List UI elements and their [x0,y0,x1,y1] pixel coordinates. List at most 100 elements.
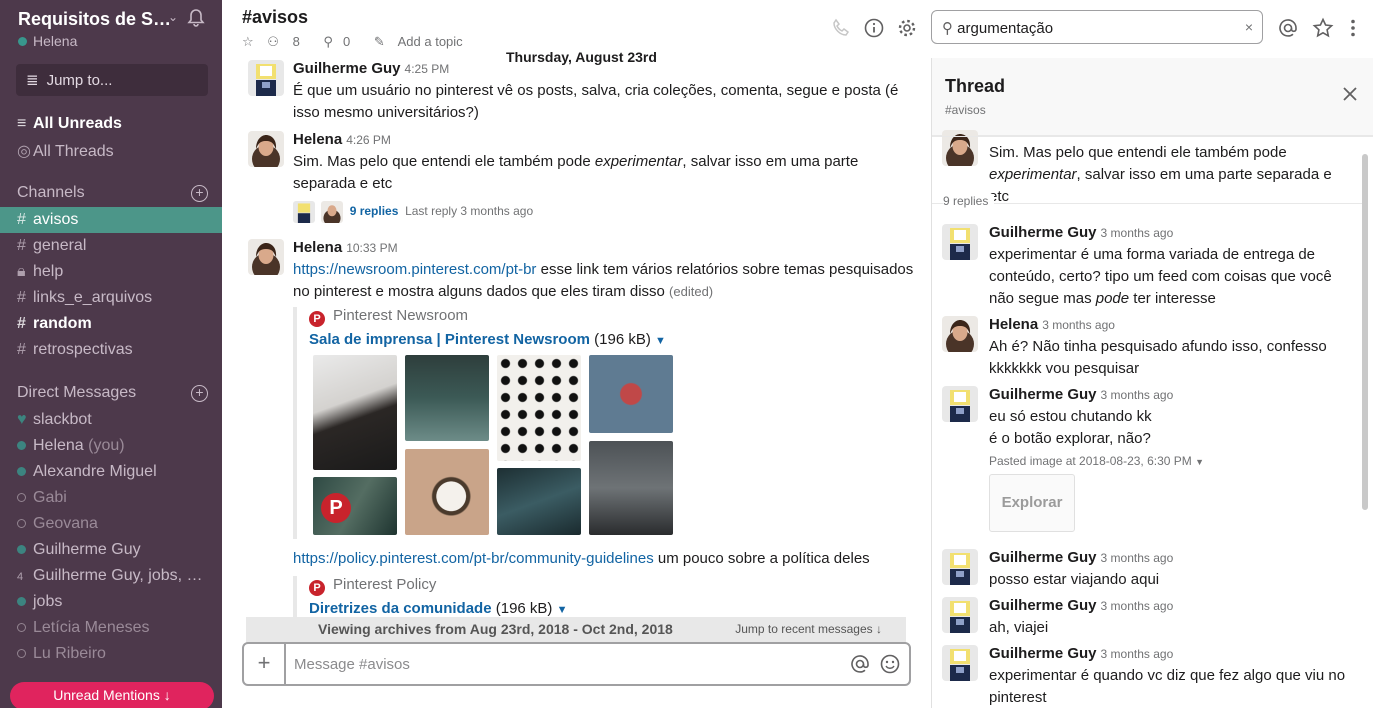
star-icon[interactable]: ☆ [242,34,254,49]
message-time[interactable]: 10:33 PM [346,241,397,255]
preview-service-name: Pinterest Newsroom [333,307,469,324]
sidebar-channel-general[interactable]: # general [0,233,222,259]
message-sender[interactable]: Helena [293,239,342,256]
text-emphasis: pode [1095,290,1130,307]
avatar[interactable] [942,597,978,633]
archive-banner: Viewing archives from Aug 23rd, 2018 - O… [246,617,906,643]
message-time[interactable]: 4:25 PM [405,62,450,76]
workspace-name[interactable]: Requisitos de Software [18,9,180,30]
caret-down-icon[interactable]: ▼ [1195,457,1204,467]
replies-link[interactable]: 9 replies [350,204,399,218]
gear-icon[interactable] [896,17,918,39]
current-user[interactable]: Helena [18,33,77,49]
thread-channel[interactable]: #avisos [945,103,986,117]
avatar[interactable] [248,60,284,96]
sidebar-dm-lu[interactable]: Lu Ribeiro [0,641,222,667]
reply-sender[interactable]: Guilherme Guy [989,224,1097,241]
bell-icon[interactable] [186,8,206,28]
reply-time[interactable]: 3 months ago [1042,318,1115,332]
reply-sender[interactable]: Guilherme Guy [989,645,1097,662]
avatar[interactable] [942,386,978,422]
message-sender[interactable]: Guilherme Guy [293,60,401,77]
search-input[interactable]: ⚲ argumentação × [931,10,1263,44]
plus-icon[interactable]: + [244,644,286,684]
caret-down-icon[interactable]: ▼ [655,335,666,347]
avatar[interactable] [942,645,978,681]
reply-time[interactable]: 3 months ago [1101,599,1174,613]
pins-count[interactable]: ⚲ 0 [323,34,360,49]
emoji-icon[interactable] [879,653,901,675]
sidebar-dm-guilherme[interactable]: Guilherme Guy [0,537,222,563]
at-icon[interactable] [849,653,871,675]
avatar[interactable] [248,239,284,275]
reply-sender[interactable]: Guilherme Guy [989,386,1097,403]
thread-panel: Thread #avisos Sim. Mas pelo que entendi… [931,58,1373,708]
message-link[interactable]: https://newsroom.pinterest.com/pt-br [293,261,536,278]
sidebar-dm-jobs[interactable]: jobs [0,589,222,615]
add-topic-button[interactable]: ✎ Add a topic [374,34,473,49]
sidebar-dm-alexandre[interactable]: Alexandre Miguel [0,459,222,485]
arrow-down-icon: ↓ [163,687,171,703]
sidebar-all-threads[interactable]: ◎ All Threads [0,137,222,163]
dm-label: Letícia Meneses [33,619,150,636]
sidebar-all-unreads[interactable]: ≡ All Unreads [0,111,222,137]
presence-active-icon [18,37,27,46]
chevron-down-icon[interactable]: ⌄ [168,10,178,24]
avatar[interactable] [942,549,978,585]
direct-messages-header[interactable]: Direct Messages [17,384,136,402]
sidebar-dm-geovana[interactable]: Geovana [0,511,222,537]
unread-mentions-label: Unread Mentions [53,687,160,703]
info-icon[interactable] [863,17,885,39]
channels-header[interactable]: Channels [17,184,85,202]
channel-label: links_e_arquivos [33,289,153,306]
star-icon[interactable] [1312,17,1334,39]
thread-scrollbar[interactable] [1362,154,1368,510]
avatar[interactable] [942,316,978,352]
add-dm-icon[interactable]: + [191,385,208,402]
sidebar-channel-retrospectivas[interactable]: # retrospectivas [0,337,222,363]
avatar[interactable] [248,131,284,167]
close-icon[interactable] [1342,86,1358,102]
pasted-image-thumbnail[interactable]: Explorar [989,474,1075,532]
preview-title-link[interactable]: Sala de imprensa | Pinterest Newsroom [309,331,590,348]
clear-search-icon[interactable]: × [1245,19,1253,35]
phone-icon[interactable] [830,17,852,39]
preview-title-link[interactable]: Diretrizes da comunidade [309,600,492,617]
avatar[interactable] [942,224,978,260]
message-composer[interactable]: + Message #avisos [242,642,911,686]
sidebar-channel-avisos[interactable]: # avisos [0,207,222,233]
sidebar-dm-leticia[interactable]: Letícia Meneses [0,615,222,641]
jump-recent-button[interactable]: Jump to recent messages ↓ [735,622,882,636]
add-channel-icon[interactable]: + [191,185,208,202]
pasted-image-label[interactable]: Pasted image at 2018-08-23, 6:30 PM ▼ [989,450,1349,473]
message-sender[interactable]: Helena [293,131,342,148]
reply-sender[interactable]: Helena [989,316,1038,333]
sidebar-dm-helena[interactable]: Helena (you) [0,433,222,459]
at-mentions-icon[interactable] [1277,17,1299,39]
message-time[interactable]: 4:26 PM [346,133,391,147]
reply-time[interactable]: 3 months ago [1101,388,1174,402]
reply-time[interactable]: 3 months ago [1101,226,1174,240]
jump-to-button[interactable]: ≣ Jump to... [16,64,208,96]
last-reply-text: Last reply 3 months ago [405,204,534,218]
sidebar-dm-slackbot[interactable]: ♥ slackbot [0,407,222,433]
sidebar-dm-gabi[interactable]: Gabi [0,485,222,511]
reply-sender[interactable]: Guilherme Guy [989,549,1097,566]
text-segment: ter interesse [1129,290,1216,307]
preview-image-grid[interactable]: P [313,355,673,535]
sidebar-dm-group[interactable]: 4 Guilherme Guy, jobs, L... [0,563,222,589]
members-count[interactable]: ⚇ 8 [267,34,310,49]
thread-replies-bar[interactable]: 9 replies Last reply 3 months ago [293,200,918,223]
reply-sender[interactable]: Guilherme Guy [989,597,1097,614]
composer-input[interactable]: Message #avisos [294,656,410,673]
sidebar-channel-random[interactable]: # random [0,311,222,337]
channel-title[interactable]: #avisos [242,7,308,28]
reply-time[interactable]: 3 months ago [1101,551,1174,565]
reply-time[interactable]: 3 months ago [1101,647,1174,661]
unread-mentions-button[interactable]: Unread Mentions ↓ [10,682,214,708]
more-vertical-icon[interactable] [1342,17,1364,39]
sidebar-channel-help[interactable]: 🔒︎ help [0,259,222,285]
message-link[interactable]: https://policy.pinterest.com/pt-br/commu… [293,550,654,567]
sidebar-channel-links[interactable]: # links_e_arquivos [0,285,222,311]
caret-down-icon[interactable]: ▼ [557,604,568,616]
